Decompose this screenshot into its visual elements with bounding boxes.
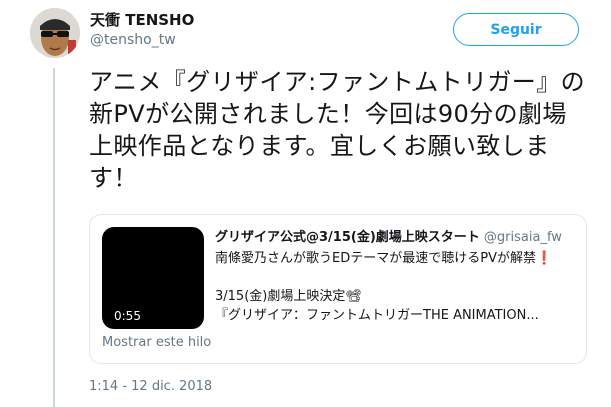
tweet: 天衝 TENSHO @tensho_tw Seguir アニメ『グリザイア:ファ… <box>0 0 611 407</box>
video-duration: 0:55 <box>114 309 141 323</box>
quoted-author-handle: @grisaia_fw <box>483 230 562 245</box>
user-handle[interactable]: @tensho_tw <box>90 30 194 50</box>
video-thumbnail[interactable]: 0:55 <box>102 227 204 329</box>
quoted-tweet-card[interactable]: 0:55 グリザイア公式@3/15(金)劇場上映スタート @grisaia_fw… <box>89 214 587 364</box>
tweet-timestamp[interactable]: 1:14 - 12 dic. 2018 <box>89 378 212 396</box>
quoted-author: グリザイア公式@3/15(金)劇場上映スタート @grisaia_fw <box>215 229 575 247</box>
quoted-text-line: 3/15(金)劇場上映決定📽 <box>215 289 362 304</box>
quoted-text-gap <box>215 268 575 287</box>
user-block[interactable]: 天衝 TENSHO @tensho_tw <box>90 10 194 50</box>
quoted-tweet-text: 南條愛乃さんが歌うEDテーマが最速で聴けるPVが解禁❗ 3/15(金)劇場上映決… <box>215 249 575 325</box>
display-name[interactable]: 天衝 TENSHO <box>90 10 194 30</box>
follow-button[interactable]: Seguir <box>453 13 579 46</box>
avatar[interactable] <box>30 8 80 58</box>
thread-line <box>53 68 55 407</box>
quoted-text-line: 『グリザイア：ファントムトリガーTHE ANIMATION... <box>215 308 539 323</box>
quoted-author-name: グリザイア公式@3/15(金)劇場上映スタート <box>215 230 480 245</box>
tweet-text: アニメ『グリザイア:ファントムトリガー』の新PVが公開されました！今回は90分の… <box>89 68 586 192</box>
quoted-text-line: 南條愛乃さんが歌うEDテーマが最速で聴けるPVが解禁❗ <box>215 251 553 266</box>
avatar-icon <box>30 8 80 58</box>
show-thread-link[interactable]: Mostrar este hilo <box>102 334 211 352</box>
